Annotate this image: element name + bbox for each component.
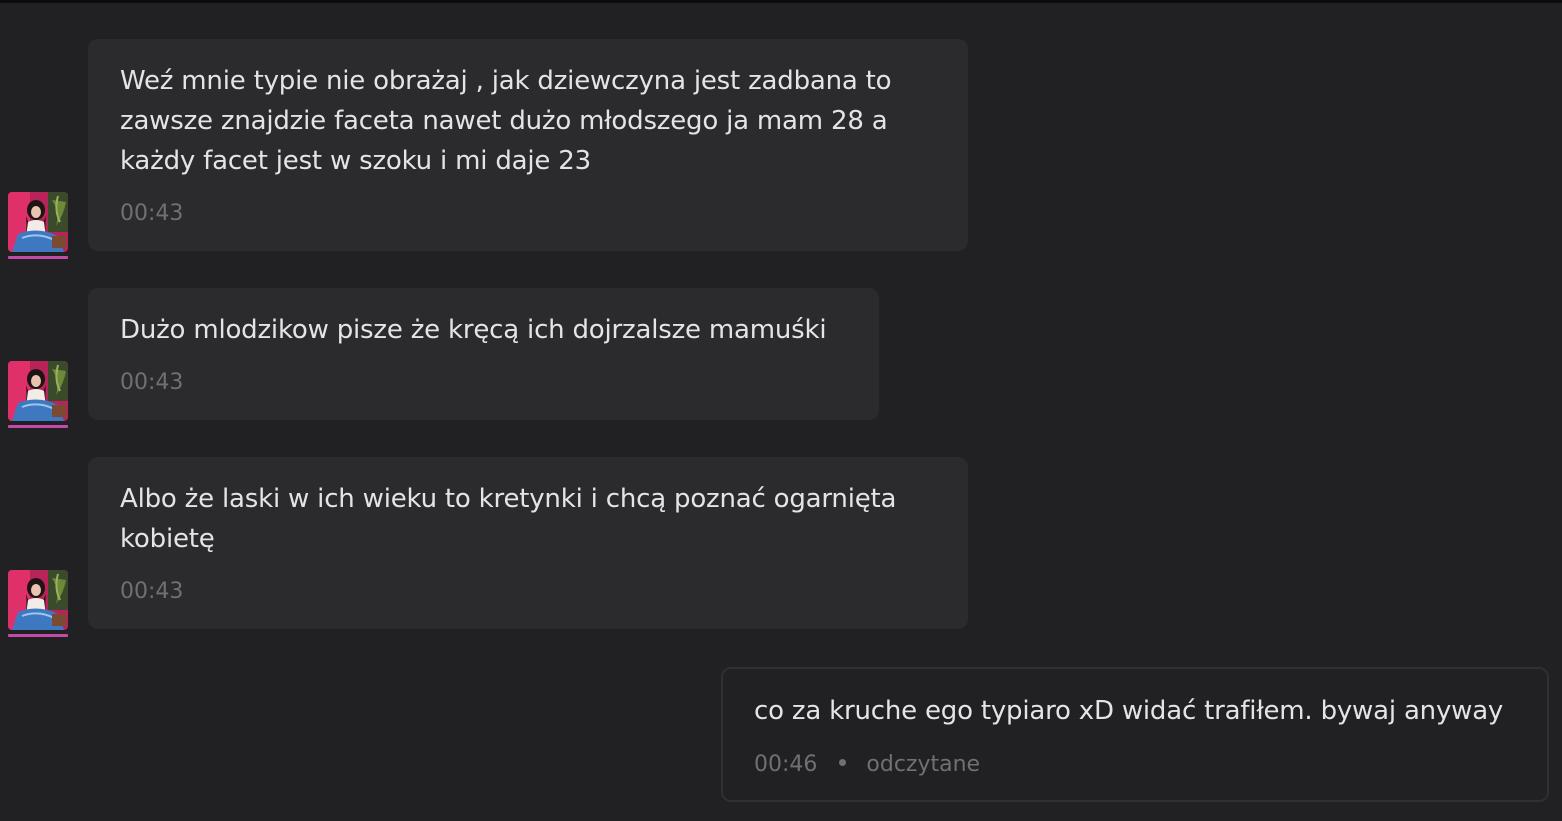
message-text-line: Albo że laski w ich wieku to kretynki i … <box>120 484 897 514</box>
outgoing-message-bubble[interactable]: co za kruche ego typiaro xD widać trafił… <box>721 667 1549 802</box>
message-text-line: Weź mnie typie nie obrażaj , jak dziewcz… <box>120 66 892 96</box>
incoming-message-bubble[interactable]: Albo że laski w ich wieku to kretynki i … <box>88 457 968 629</box>
avatar-icon[interactable] <box>8 192 68 252</box>
incoming-message-bubble[interactable]: Dużo mlodzikow pisze że kręcą ich dojrza… <box>88 288 879 420</box>
avatar-icon[interactable] <box>8 570 68 630</box>
avatar-icon[interactable] <box>8 361 68 421</box>
message-timestamp: 00:43 <box>120 579 184 604</box>
chat-thread[interactable]: Weź mnie typie nie obrażaj , jak dziewcz… <box>0 0 1562 821</box>
avatar-status-underline <box>8 425 68 428</box>
message-text-line: każdy facet jest w szoku i mi daje 23 <box>120 146 591 176</box>
message-text-line: Dużo mlodzikow pisze że kręcą ich dojrza… <box>120 315 827 345</box>
message-text-line: kobietę <box>120 524 215 554</box>
message-text: Weź mnie typie nie obrażaj , jak dziewcz… <box>120 61 936 181</box>
bullet-dot-icon <box>839 758 847 766</box>
incoming-message-bubble[interactable]: Weź mnie typie nie obrażaj , jak dziewcz… <box>88 39 968 251</box>
avatar-status-underline <box>8 256 68 259</box>
message-timestamp: 00:43 <box>120 201 184 226</box>
message-meta: 00:46 odczytane <box>754 752 980 778</box>
message-text-line: zawsze znajdzie faceta nawet dużo młodsz… <box>120 106 888 136</box>
message-timestamp: 00:46 <box>754 752 818 777</box>
avatar-status-underline <box>8 634 68 637</box>
read-status: odczytane <box>866 752 981 777</box>
message-text: Dużo mlodzikow pisze że kręcą ich dojrza… <box>120 310 847 350</box>
message-timestamp: 00:43 <box>120 370 184 395</box>
message-text: Albo że laski w ich wieku to kretynki i … <box>120 479 936 559</box>
message-text: co za kruche ego typiaro xD widać trafił… <box>754 696 1504 726</box>
